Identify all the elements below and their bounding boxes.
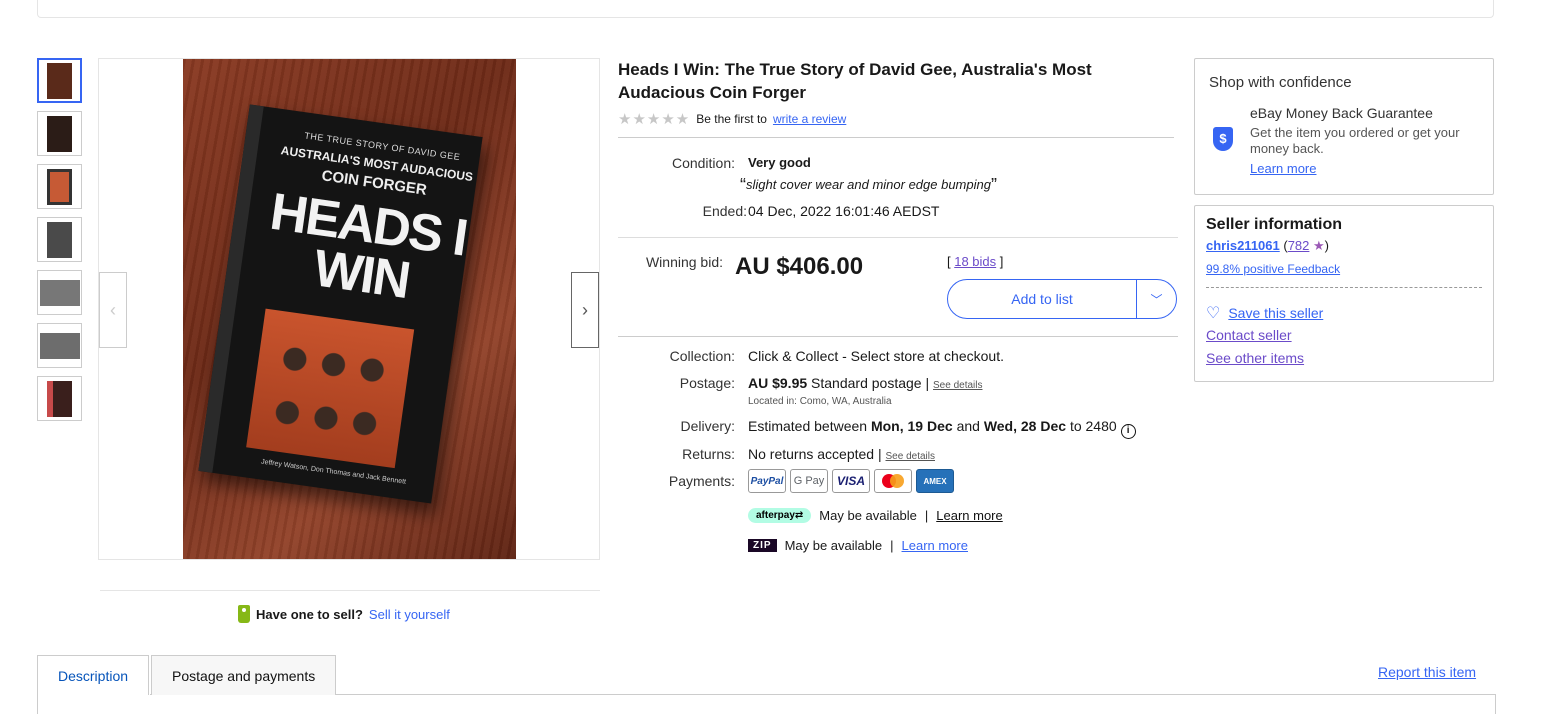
returns-label: Returns: [682,446,735,462]
zip-learn-more-link[interactable]: Learn more [902,538,968,553]
amex-icon: AMEX [916,469,954,493]
thumbnail-strip [37,58,83,429]
tab-panel [37,694,1496,714]
condition-note: “slight cover wear and minor edge bumpin… [740,175,997,195]
thumbnail-7[interactable] [37,376,82,421]
seller-heading: Seller information [1206,216,1343,233]
positive-feedback-link[interactable]: 99.8% positive Feedback [1206,262,1340,276]
tab-bar: Description Postage and payments [37,655,338,695]
heart-icon[interactable]: ♡ [1206,303,1220,323]
report-item-link[interactable]: Report this item [1378,664,1476,680]
payments-label: Payments: [668,473,735,489]
mastercard-icon [874,469,912,493]
info-icon[interactable]: i [1120,424,1136,439]
shop-with-confidence-panel: Shop with confidence $ eBay Money Back G… [1194,58,1494,195]
thumbnail-3[interactable] [37,164,82,209]
sell-it-yourself-link[interactable]: Sell it yourself [369,607,450,622]
thumbnail-2[interactable] [37,111,82,156]
contact-seller-link[interactable]: Contact seller [1206,327,1292,343]
thumbnail-6[interactable] [37,323,82,368]
guarantee-title: eBay Money Back Guarantee [1250,105,1433,121]
guarantee-learn-more-link[interactable]: Learn more [1250,161,1316,176]
payment-methods: PayPal G Pay VISA AMEX [748,469,954,493]
header-bar-bottom [37,0,1494,18]
winning-price: AU $406.00 [735,253,864,280]
chevron-down-icon[interactable]: ﹀ [1136,280,1176,318]
seller-name-link[interactable]: chris211061 [1206,238,1280,253]
add-to-list-button[interactable]: Add to list ﹀ [947,279,1177,319]
postage-see-details-link[interactable]: See details [933,380,982,391]
returns-see-details-link[interactable]: See details [886,451,935,462]
ended-value: 04 Dec, 2022 16:01:46 AEDST [748,203,940,219]
empty-stars-icon: ★★★★★ [618,111,691,128]
zip-row: ZIP May be available | Learn more [748,538,968,553]
item-location: Located in: Como, WA, Australia [748,396,892,407]
condition-value: Very good [748,155,811,170]
thumbnail-5[interactable] [37,270,82,315]
divider [100,590,600,591]
returns-value: No returns accepted | See details [748,446,935,462]
afterpay-learn-more-link[interactable]: Learn more [936,508,1002,523]
bids-link[interactable]: 18 bids [954,254,996,269]
coin-tray [246,308,415,469]
postage-value: AU $9.95 Standard postage | See details [748,375,983,391]
thumbnail-4[interactable] [37,217,82,262]
paypal-icon: PayPal [748,469,786,493]
thumbnail-1[interactable] [37,58,82,103]
afterpay-logo-icon: afterpay⇄ [748,508,812,523]
divider [618,237,1178,238]
condition-label: Condition: [671,155,735,171]
ended-label: Ended: [702,203,747,219]
divider [618,336,1178,337]
seller-information-panel: Seller information chris211061 (782 ★) 9… [1194,205,1494,382]
star-icon: ★ [1313,238,1325,253]
feedback-score-link[interactable]: 782 [1288,238,1310,253]
collection-value: Click & Collect - Select store at checko… [748,348,1004,364]
guarantee-text: Get the item you ordered or get your mon… [1250,125,1460,156]
previous-image-button[interactable]: ‹ [99,272,127,348]
postage-label: Postage: [679,375,735,391]
sell-it-yourself-row: Have one to sell? Sell it yourself [238,605,450,623]
bids-count: [ 18 bids ] [947,254,1004,269]
see-other-items-link[interactable]: See other items [1206,350,1304,366]
next-image-button[interactable]: › [571,272,599,348]
price-tag-icon [238,605,250,623]
collection-label: Collection: [669,348,735,364]
write-review-link[interactable]: write a review [773,112,846,126]
delivery-label: Delivery: [680,418,735,434]
divider [618,137,1174,138]
afterpay-row: afterpay⇄ May be available | Learn more [748,508,1003,523]
zip-logo-icon: ZIP [748,539,777,552]
google-pay-icon: G Pay [790,469,828,493]
seller-id-row: chris211061 (782 ★) [1206,238,1330,253]
rating-row: ★★★★★ Be the first to write a review [618,111,847,128]
tab-description[interactable]: Description [37,655,150,695]
item-title: Heads I Win: The True Story of David Gee… [618,60,1092,102]
book-photo: THE TRUE STORY OF DAVID GEE AUSTRALIA'S … [183,59,516,559]
visa-icon: VISA [832,469,870,493]
confidence-heading: Shop with confidence [1209,74,1352,91]
winning-bid-label: Winning bid: [645,254,723,270]
tab-postage-payments[interactable]: Postage and payments [151,655,337,695]
save-seller-row[interactable]: ♡ Save this seller [1206,303,1323,323]
shield-dollar-icon: $ [1213,127,1233,151]
delivery-value: Estimated between Mon, 19 Dec and Wed, 2… [748,418,1136,439]
divider [1206,287,1482,288]
save-seller-link[interactable]: Save this seller [1228,305,1323,321]
main-image-viewer[interactable]: THE TRUE STORY OF DAVID GEE AUSTRALIA'S … [98,58,600,560]
